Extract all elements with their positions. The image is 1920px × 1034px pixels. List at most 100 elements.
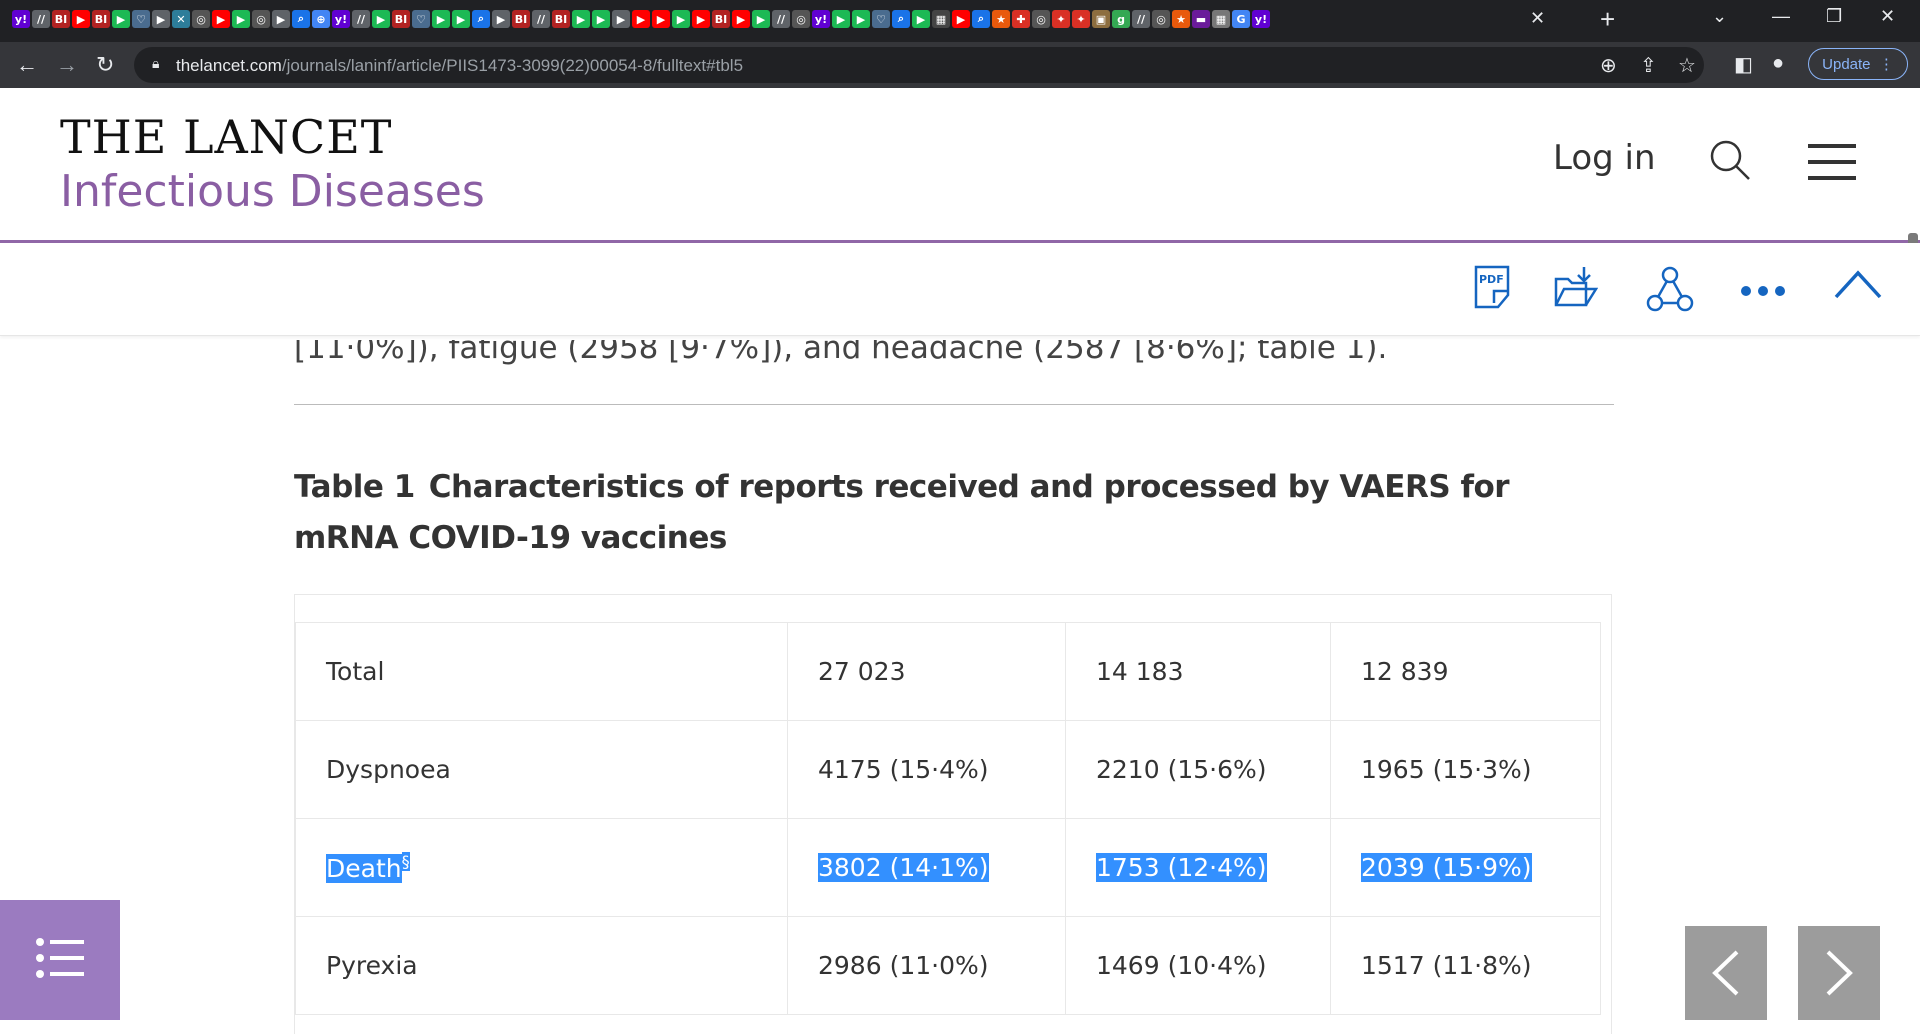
more-options-icon[interactable] xyxy=(1740,285,1786,297)
tab-favicon[interactable]: ▶ xyxy=(732,10,750,28)
tab-favicon[interactable]: BI xyxy=(712,10,730,28)
tab-favicon[interactable]: ⌕ xyxy=(892,10,910,28)
side-panel-icon[interactable]: ◧ xyxy=(1734,52,1753,77)
tab-favicon[interactable]: ▶ xyxy=(432,10,450,28)
bookmark-star-icon[interactable]: ☆ xyxy=(1678,53,1696,78)
tab-favicon[interactable]: ✚ xyxy=(1012,10,1030,28)
update-button[interactable]: Update ⋮ xyxy=(1808,48,1908,80)
tab-favicon[interactable]: ✦ xyxy=(1052,10,1070,28)
address-bar[interactable]: 🔒︎ thelancet.com/journals/laninf/article… xyxy=(134,47,1704,83)
lock-icon[interactable]: 🔒︎ xyxy=(152,55,159,72)
tab-favicon[interactable]: ★ xyxy=(992,10,1010,28)
tab-favicon[interactable]: BI xyxy=(52,10,70,28)
tab-favicon[interactable]: ▶ xyxy=(912,10,930,28)
row-label-cell: Pyrexia xyxy=(295,916,788,1015)
tab-favicon[interactable]: // xyxy=(1132,10,1150,28)
tab-favicon[interactable]: ▶ xyxy=(852,10,870,28)
restore-icon[interactable]: ❐ xyxy=(1826,6,1842,27)
zoom-icon[interactable]: ⊕ xyxy=(1600,53,1617,78)
tab-favicon[interactable]: y! xyxy=(12,10,30,28)
tab-favicon[interactable]: G xyxy=(1232,10,1250,28)
tab-favicon[interactable]: ▶ xyxy=(112,10,130,28)
tab-favicon[interactable]: BI xyxy=(512,10,530,28)
tab-favicon[interactable]: ▶ xyxy=(492,10,510,28)
search-icon[interactable] xyxy=(1708,138,1752,182)
tab-favicon[interactable]: ◎ xyxy=(252,10,270,28)
next-button[interactable] xyxy=(1798,926,1880,1020)
tab-favicon[interactable]: ◎ xyxy=(192,10,210,28)
reload-icon[interactable]: ↻ xyxy=(96,52,114,78)
tab-favicon[interactable]: ▣ xyxy=(1092,10,1110,28)
tab-favicon[interactable]: ▶ xyxy=(272,10,290,28)
table-of-contents-button[interactable] xyxy=(0,900,120,1020)
tab-favicon[interactable]: ▶ xyxy=(72,10,90,28)
url-text[interactable]: thelancet.com/journals/laninf/article/PI… xyxy=(176,56,743,76)
tab-favicon[interactable]: y! xyxy=(1252,10,1270,28)
tab-search-icon[interactable]: ⌄ xyxy=(1712,6,1727,27)
minimize-icon[interactable]: — xyxy=(1772,6,1790,27)
share-network-icon[interactable] xyxy=(1646,265,1694,313)
tab-favicon[interactable]: ▶ xyxy=(952,10,970,28)
tab-favicon[interactable]: ▶ xyxy=(152,10,170,28)
collapse-up-icon[interactable] xyxy=(1834,269,1882,299)
tab-favicon[interactable]: ⊕ xyxy=(312,10,330,28)
tab-favicon[interactable]: ▶ xyxy=(612,10,630,28)
tab-favicon[interactable]: ▶ xyxy=(212,10,230,28)
tab-favicon[interactable]: ▶ xyxy=(452,10,470,28)
tab-favicon[interactable]: ⌕ xyxy=(972,10,990,28)
tab-favicon[interactable]: y! xyxy=(332,10,350,28)
tab-favicon[interactable]: ▶ xyxy=(232,10,250,28)
table-row: Total 27 023 14 183 12 839 xyxy=(295,622,1601,721)
tab-favicon[interactable]: ★ xyxy=(1172,10,1190,28)
tab-favicon[interactable]: BI xyxy=(392,10,410,28)
tab-favicon[interactable]: ▶ xyxy=(632,10,650,28)
tab-favicon[interactable]: ▶ xyxy=(572,10,590,28)
tab-favicon[interactable]: // xyxy=(352,10,370,28)
tab-favicon[interactable]: ♡ xyxy=(132,10,150,28)
tab-favicon[interactable]: ✕ xyxy=(172,10,190,28)
tab-favicon[interactable]: ▦ xyxy=(932,10,950,28)
new-tab-button[interactable]: + xyxy=(1600,4,1615,35)
tab-favicon[interactable]: // xyxy=(32,10,50,28)
journal-logo-top[interactable]: THE LANCET xyxy=(60,110,392,164)
tab-favicon[interactable]: ✦ xyxy=(1072,10,1090,28)
tab-favicon[interactable]: BI xyxy=(552,10,570,28)
forward-icon[interactable]: → xyxy=(56,52,78,78)
journal-logo-sub[interactable]: Infectious Diseases xyxy=(60,166,485,217)
tab-favicon[interactable]: // xyxy=(772,10,790,28)
tab-favicon[interactable]: ▶ xyxy=(672,10,690,28)
tab-favicon[interactable]: ⌕ xyxy=(472,10,490,28)
cell-value: 2039 (15·9%) xyxy=(1361,853,1532,882)
tab-favicon[interactable]: ▬ xyxy=(1192,10,1210,28)
login-link[interactable]: Log in xyxy=(1553,138,1656,178)
tab-favicon[interactable]: ▶ xyxy=(592,10,610,28)
tab-favicon[interactable]: ◎ xyxy=(792,10,810,28)
tab-favicon[interactable]: ▶ xyxy=(372,10,390,28)
tab-favicon[interactable]: ◎ xyxy=(1032,10,1050,28)
cell-value: 3802 (14·1%) xyxy=(818,853,989,882)
pdf-icon[interactable]: PDF xyxy=(1474,265,1510,309)
close-window-icon[interactable]: ✕ xyxy=(1880,6,1895,27)
close-tab-icon[interactable]: ✕ xyxy=(1530,8,1545,29)
download-folder-icon[interactable] xyxy=(1554,265,1598,309)
tab-favicon[interactable]: ♡ xyxy=(872,10,890,28)
hamburger-menu-icon[interactable] xyxy=(1808,144,1856,180)
tab-favicon[interactable]: y! xyxy=(812,10,830,28)
tab-favicon[interactable]: g xyxy=(1112,10,1130,28)
tab-favicon[interactable]: ▦ xyxy=(1212,10,1230,28)
row-label: Dyspnoea xyxy=(326,755,451,784)
tab-favicon[interactable]: ▶ xyxy=(652,10,670,28)
share-icon[interactable]: ⇪ xyxy=(1640,53,1657,78)
profile-icon[interactable]: ● xyxy=(1772,52,1784,75)
tab-favicon[interactable]: ⌕ xyxy=(292,10,310,28)
tab-favicon[interactable]: // xyxy=(532,10,550,28)
tab-favicon[interactable]: ◎ xyxy=(1152,10,1170,28)
tab-favicon[interactable]: ▶ xyxy=(832,10,850,28)
footnote-marker[interactable]: § xyxy=(401,852,410,872)
tab-favicon[interactable]: BI xyxy=(92,10,110,28)
tab-favicon[interactable]: ▶ xyxy=(752,10,770,28)
tab-favicon[interactable]: ♡ xyxy=(412,10,430,28)
previous-button[interactable] xyxy=(1685,926,1767,1020)
back-icon[interactable]: ← xyxy=(16,52,38,78)
tab-favicon[interactable]: ▶ xyxy=(692,10,710,28)
